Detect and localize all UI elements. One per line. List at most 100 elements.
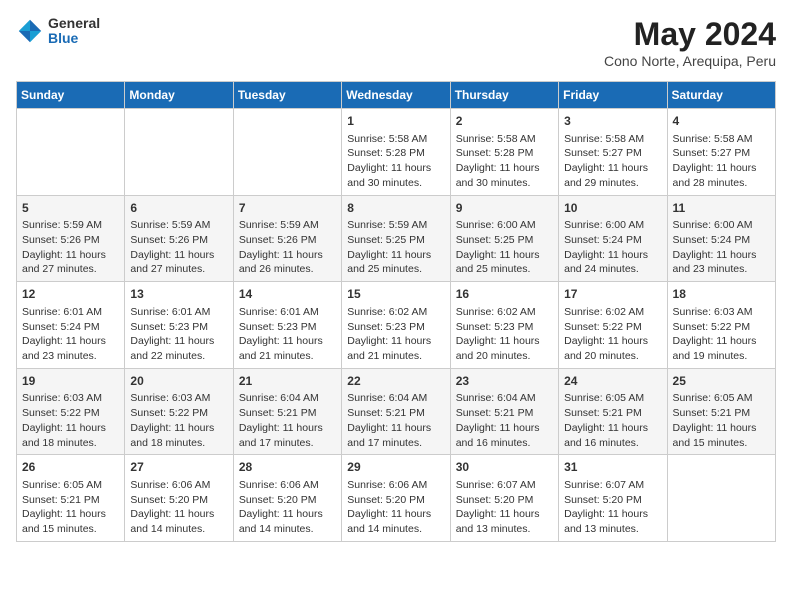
day-info: Sunrise: 6:02 AM Sunset: 5:23 PM Dayligh… — [347, 305, 444, 364]
day-info: Sunrise: 6:02 AM Sunset: 5:23 PM Dayligh… — [456, 305, 553, 364]
calendar-day-cell: 15Sunrise: 6:02 AM Sunset: 5:23 PM Dayli… — [342, 282, 450, 369]
logo-icon — [16, 17, 44, 45]
day-number: 24 — [564, 373, 661, 390]
day-info: Sunrise: 6:01 AM Sunset: 5:23 PM Dayligh… — [239, 305, 336, 364]
day-number: 28 — [239, 459, 336, 476]
day-info: Sunrise: 5:59 AM Sunset: 5:25 PM Dayligh… — [347, 218, 444, 277]
logo-line2: Blue — [48, 31, 100, 46]
calendar-week-row: 26 Sunrise: 6:05 AM Sunset: 5:21 PM Dayli… — [17, 455, 776, 542]
day-number: 18 — [673, 286, 770, 303]
day-info: Sunrise: 6:03 AM Sunset: 5:22 PM Dayligh… — [130, 391, 227, 450]
calendar-day-cell: 2 Sunrise: 5:58 AM Sunset: 5:28 PM Daylig… — [450, 109, 558, 196]
day-info: Sunrise: 6:06 AM Sunset: 5:20 PM Dayligh… — [347, 478, 444, 537]
day-number: 31 — [564, 459, 661, 476]
calendar-day-cell: 1 Sunrise: 5:58 AM Sunset: 5:28 PM Daylig… — [342, 109, 450, 196]
calendar-day-cell: 21Sunrise: 6:04 AM Sunset: 5:21 PM Dayli… — [233, 368, 341, 455]
day-number: 19 — [22, 373, 119, 390]
calendar-week-row: 5Sunrise: 5:59 AM Sunset: 5:26 PM Daylig… — [17, 195, 776, 282]
day-number: 1 — [347, 113, 444, 130]
calendar-day-cell: 28Sunrise: 6:06 AM Sunset: 5:20 PM Dayli… — [233, 455, 341, 542]
day-number: 21 — [239, 373, 336, 390]
calendar-day-cell: 14Sunrise: 6:01 AM Sunset: 5:23 PM Dayli… — [233, 282, 341, 369]
day-of-week-header: Monday — [125, 82, 233, 109]
day-of-week-header: Sunday — [17, 82, 125, 109]
calendar-day-cell: 7Sunrise: 5:59 AM Sunset: 5:26 PM Daylig… — [233, 195, 341, 282]
header-row: SundayMondayTuesdayWednesdayThursdayFrid… — [17, 82, 776, 109]
logo-text: General Blue — [48, 16, 100, 47]
day-of-week-header: Thursday — [450, 82, 558, 109]
day-number: 10 — [564, 200, 661, 217]
day-number: 16 — [456, 286, 553, 303]
day-of-week-header: Friday — [559, 82, 667, 109]
day-number: 20 — [130, 373, 227, 390]
day-number: 25 — [673, 373, 770, 390]
calendar-day-cell: 22Sunrise: 6:04 AM Sunset: 5:21 PM Dayli… — [342, 368, 450, 455]
calendar-title: May 2024 — [604, 16, 776, 53]
calendar-day-cell: 10Sunrise: 6:00 AM Sunset: 5:24 PM Dayli… — [559, 195, 667, 282]
calendar-day-cell: 26 Sunrise: 6:05 AM Sunset: 5:21 PM Dayli… — [17, 455, 125, 542]
calendar-table: SundayMondayTuesdayWednesdayThursdayFrid… — [16, 81, 776, 542]
day-number: 6 — [130, 200, 227, 217]
logo: General Blue — [16, 16, 100, 47]
day-info: Sunrise: 6:03 AM Sunset: 5:22 PM Dayligh… — [22, 391, 119, 450]
calendar-day-cell: 27Sunrise: 6:06 AM Sunset: 5:20 PM Dayli… — [125, 455, 233, 542]
day-info: Sunrise: 6:04 AM Sunset: 5:21 PM Dayligh… — [456, 391, 553, 450]
day-of-week-header: Wednesday — [342, 82, 450, 109]
day-info: Sunrise: 6:00 AM Sunset: 5:24 PM Dayligh… — [564, 218, 661, 277]
day-info: Sunrise: 6:03 AM Sunset: 5:22 PM Dayligh… — [673, 305, 770, 364]
calendar-day-cell: 16 Sunrise: 6:02 AM Sunset: 5:23 PM Dayli… — [450, 282, 558, 369]
calendar-day-cell: 31Sunrise: 6:07 AM Sunset: 5:20 PM Dayli… — [559, 455, 667, 542]
calendar-week-row: 1 Sunrise: 5:58 AM Sunset: 5:28 PM Daylig… — [17, 109, 776, 196]
day-number: 11 — [673, 200, 770, 217]
day-info: Sunrise: 6:05 AM Sunset: 5:21 PM Dayligh… — [22, 478, 119, 537]
day-info: Sunrise: 6:05 AM Sunset: 5:21 PM Dayligh… — [673, 391, 770, 450]
day-of-week-header: Saturday — [667, 82, 775, 109]
day-info: Sunrise: 6:01 AM Sunset: 5:24 PM Dayligh… — [22, 305, 119, 364]
calendar-day-cell — [233, 109, 341, 196]
day-of-week-header: Tuesday — [233, 82, 341, 109]
day-info: Sunrise: 6:00 AM Sunset: 5:25 PM Dayligh… — [456, 218, 553, 277]
calendar-day-cell: 20Sunrise: 6:03 AM Sunset: 5:22 PM Dayli… — [125, 368, 233, 455]
day-info: Sunrise: 6:04 AM Sunset: 5:21 PM Dayligh… — [239, 391, 336, 450]
day-info: Sunrise: 6:02 AM Sunset: 5:22 PM Dayligh… — [564, 305, 661, 364]
day-info: Sunrise: 6:01 AM Sunset: 5:23 PM Dayligh… — [130, 305, 227, 364]
day-info: Sunrise: 5:59 AM Sunset: 5:26 PM Dayligh… — [130, 218, 227, 277]
calendar-day-cell: 24Sunrise: 6:05 AM Sunset: 5:21 PM Dayli… — [559, 368, 667, 455]
day-number: 26 — [22, 459, 119, 476]
calendar-day-cell: 8Sunrise: 5:59 AM Sunset: 5:25 PM Daylig… — [342, 195, 450, 282]
day-number: 30 — [456, 459, 553, 476]
title-block: May 2024 Cono Norte, Arequipa, Peru — [604, 16, 776, 69]
calendar-week-row: 19Sunrise: 6:03 AM Sunset: 5:22 PM Dayli… — [17, 368, 776, 455]
logo-line1: General — [48, 16, 100, 31]
calendar-day-cell — [17, 109, 125, 196]
day-number: 29 — [347, 459, 444, 476]
day-info: Sunrise: 6:04 AM Sunset: 5:21 PM Dayligh… — [347, 391, 444, 450]
calendar-day-cell: 19Sunrise: 6:03 AM Sunset: 5:22 PM Dayli… — [17, 368, 125, 455]
day-number: 22 — [347, 373, 444, 390]
calendar-day-cell: 3Sunrise: 5:58 AM Sunset: 5:27 PM Daylig… — [559, 109, 667, 196]
calendar-week-row: 12 Sunrise: 6:01 AM Sunset: 5:24 PM Dayli… — [17, 282, 776, 369]
calendar-day-cell: 6Sunrise: 5:59 AM Sunset: 5:26 PM Daylig… — [125, 195, 233, 282]
day-info: Sunrise: 5:58 AM Sunset: 5:28 PM Dayligh… — [456, 132, 553, 191]
calendar-body: 1 Sunrise: 5:58 AM Sunset: 5:28 PM Daylig… — [17, 109, 776, 542]
calendar-day-cell — [125, 109, 233, 196]
calendar-day-cell: 5Sunrise: 5:59 AM Sunset: 5:26 PM Daylig… — [17, 195, 125, 282]
calendar-day-cell: 18 Sunrise: 6:03 AM Sunset: 5:22 PM Dayli… — [667, 282, 775, 369]
day-number: 23 — [456, 373, 553, 390]
day-info: Sunrise: 6:06 AM Sunset: 5:20 PM Dayligh… — [130, 478, 227, 537]
day-info: Sunrise: 5:58 AM Sunset: 5:27 PM Dayligh… — [673, 132, 770, 191]
calendar-day-cell — [667, 455, 775, 542]
calendar-day-cell: 23Sunrise: 6:04 AM Sunset: 5:21 PM Dayli… — [450, 368, 558, 455]
day-number: 13 — [130, 286, 227, 303]
day-number: 12 — [22, 286, 119, 303]
calendar-day-cell: 12 Sunrise: 6:01 AM Sunset: 5:24 PM Dayli… — [17, 282, 125, 369]
day-info: Sunrise: 6:00 AM Sunset: 5:24 PM Dayligh… — [673, 218, 770, 277]
day-number: 2 — [456, 113, 553, 130]
day-number: 4 — [673, 113, 770, 130]
day-info: Sunrise: 5:59 AM Sunset: 5:26 PM Dayligh… — [239, 218, 336, 277]
calendar-day-cell: 13 Sunrise: 6:01 AM Sunset: 5:23 PM Dayli… — [125, 282, 233, 369]
day-number: 17 — [564, 286, 661, 303]
calendar-day-cell: 25Sunrise: 6:05 AM Sunset: 5:21 PM Dayli… — [667, 368, 775, 455]
day-number: 7 — [239, 200, 336, 217]
day-info: Sunrise: 5:58 AM Sunset: 5:28 PM Dayligh… — [347, 132, 444, 191]
